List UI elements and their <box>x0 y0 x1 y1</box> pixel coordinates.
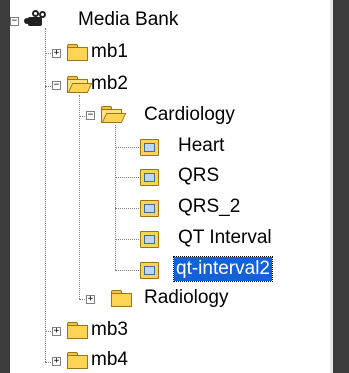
tree-node-mb3[interactable]: mb3 <box>89 318 130 342</box>
minus-icon: − <box>53 80 60 90</box>
tree-connector <box>79 95 80 299</box>
tree-expand-toggle-mb1[interactable]: + <box>52 49 61 58</box>
tree-connector <box>115 177 139 178</box>
tree-node-cardiology[interactable]: Cardiology <box>142 103 237 127</box>
tree-node-radiology[interactable]: Radiology <box>142 286 231 310</box>
tree-node-mb2[interactable]: mb2 <box>89 72 130 96</box>
tree-node-qrs-2[interactable]: QRS_2 <box>176 195 242 219</box>
media-clip-icon <box>139 230 159 248</box>
tree-node-mb1[interactable]: mb1 <box>89 40 130 64</box>
tree-connector <box>45 28 46 362</box>
plus-icon: + <box>53 356 60 366</box>
tree-node-media-bank[interactable]: Media Bank <box>76 8 180 32</box>
folder-icon <box>66 44 88 61</box>
plus-icon: + <box>53 326 60 336</box>
tree-expand-toggle-radiology[interactable]: + <box>86 295 95 304</box>
folder-icon <box>66 322 88 339</box>
media-clip-icon <box>139 261 159 279</box>
tree-node-qrs[interactable]: QRS <box>176 164 221 188</box>
minus-icon: − <box>87 110 94 120</box>
folder-icon <box>110 290 132 307</box>
window-frame-right <box>333 0 349 373</box>
window-frame-left <box>0 0 10 373</box>
tree-connector <box>115 239 139 240</box>
plus-icon: + <box>87 294 94 304</box>
tree-connector <box>115 270 139 271</box>
tree-connector <box>115 208 139 209</box>
video-camera-icon <box>24 10 50 28</box>
tree-node-mb4[interactable]: mb4 <box>89 348 130 372</box>
tree-node-qt-interval[interactable]: QT Interval <box>176 226 274 250</box>
tree-node-qt-interval2[interactable]: qt-interval2 <box>173 256 273 282</box>
open-folder-icon <box>100 106 127 123</box>
tree-expand-toggle-mb4[interactable]: + <box>52 357 61 366</box>
plus-icon: + <box>53 48 60 58</box>
media-tree-view[interactable]: − Media Bank + mb1 − mb2 − Cardiology He… <box>10 0 330 373</box>
media-clip-icon <box>139 168 159 186</box>
tree-node-heart[interactable]: Heart <box>176 134 226 158</box>
media-clip-icon <box>139 138 159 156</box>
media-clip-icon <box>139 199 159 217</box>
tree-connector <box>115 147 139 148</box>
minus-icon: − <box>11 16 18 26</box>
tree-collapse-toggle-cardiology[interactable]: − <box>86 111 95 120</box>
tree-collapse-toggle-media-bank[interactable]: − <box>10 17 19 26</box>
tree-expand-toggle-mb3[interactable]: + <box>52 327 61 336</box>
open-folder-icon <box>66 76 93 93</box>
tree-collapse-toggle-mb2[interactable]: − <box>52 81 61 90</box>
folder-icon <box>66 352 88 369</box>
